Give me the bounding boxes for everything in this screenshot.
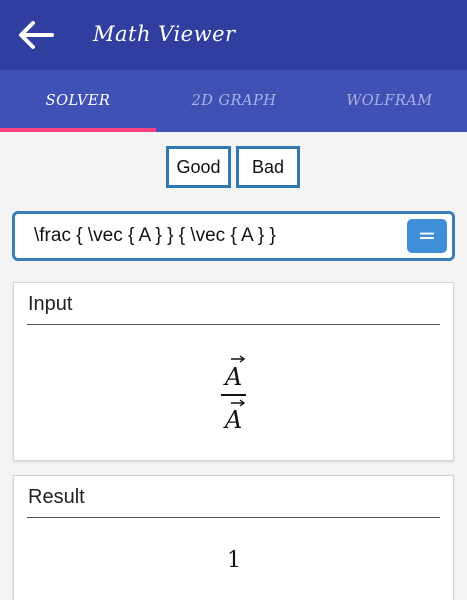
tab-indicator: [0, 128, 156, 132]
result-card-title: Result: [28, 486, 85, 508]
arrow-left-icon[interactable]: [16, 18, 56, 52]
result-card: Result 1: [13, 475, 454, 600]
app-title: Math Viewer: [93, 22, 236, 46]
input-card: Input A A: [13, 282, 454, 461]
fraction-numerator: A: [225, 363, 243, 391]
expression-input[interactable]: \frac { \vec { A } } { \vec { A } } =: [12, 211, 455, 261]
input-card-divider: [27, 324, 440, 325]
result-value: 1: [227, 548, 241, 573]
expression-input-text[interactable]: \frac { \vec { A } } { \vec { A } }: [34, 225, 276, 247]
app-bar: Math Viewer: [0, 0, 467, 70]
input-card-title: Input: [28, 293, 73, 315]
solve-button[interactable]: =: [407, 219, 447, 253]
numerator-vector-arrow: [231, 355, 246, 363]
tab-bar: SOLVER 2D GRAPH WOLFRAM: [0, 70, 467, 132]
fraction-denominator: A: [225, 406, 243, 434]
tab-solver[interactable]: SOLVER: [0, 70, 156, 132]
fraction-bar: [221, 394, 246, 396]
tab-wolfram[interactable]: WOLFRAM: [312, 70, 467, 132]
good-button[interactable]: Good: [166, 146, 231, 188]
bad-button[interactable]: Bad: [236, 146, 300, 188]
result-card-divider: [27, 517, 440, 518]
tab-2d-graph[interactable]: 2D GRAPH: [156, 70, 312, 132]
